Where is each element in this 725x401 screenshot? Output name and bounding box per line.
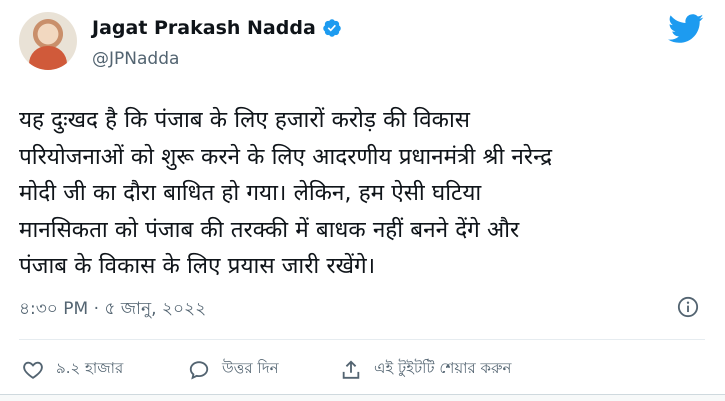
- share-button[interactable]: এই টুইটটি শেয়ার করুন: [340, 357, 511, 382]
- tweet-card: Jagat Prakash Nadda @JPNadda यह दुःखद है…: [0, 0, 725, 401]
- reply-bubble-icon: [189, 360, 209, 379]
- share-icon: [342, 359, 360, 379]
- author-name[interactable]: Jagat Prakash Nadda: [92, 17, 316, 39]
- heart-icon: [23, 361, 43, 379]
- verified-badge-icon: [323, 19, 341, 37]
- like-button[interactable]: ৯.২ হাজার: [22, 357, 123, 382]
- author-avatar[interactable]: [19, 12, 77, 70]
- tweet-timestamp[interactable]: ৪:৩০ PM · ৫ জানু, ২০২২: [19, 296, 206, 324]
- tweet-text: यह दुःखद है कि पंजाब के लिए हजारों करोड़…: [19, 107, 553, 279]
- author-name-row: Jagat Prakash Nadda: [92, 17, 342, 39]
- like-count: ৯.২ হাজার: [56, 359, 124, 377]
- twitter-bird-icon[interactable]: [668, 14, 704, 44]
- reply-label: উত্তর দিন: [222, 359, 279, 377]
- reply-button[interactable]: উত্তর দিন: [188, 357, 279, 382]
- share-label: এই টুইটটি শেয়ার করুন: [374, 359, 512, 377]
- info-icon[interactable]: [677, 296, 699, 318]
- tweet-divider: [19, 339, 705, 340]
- author-handle[interactable]: @JPNadda: [92, 49, 179, 69]
